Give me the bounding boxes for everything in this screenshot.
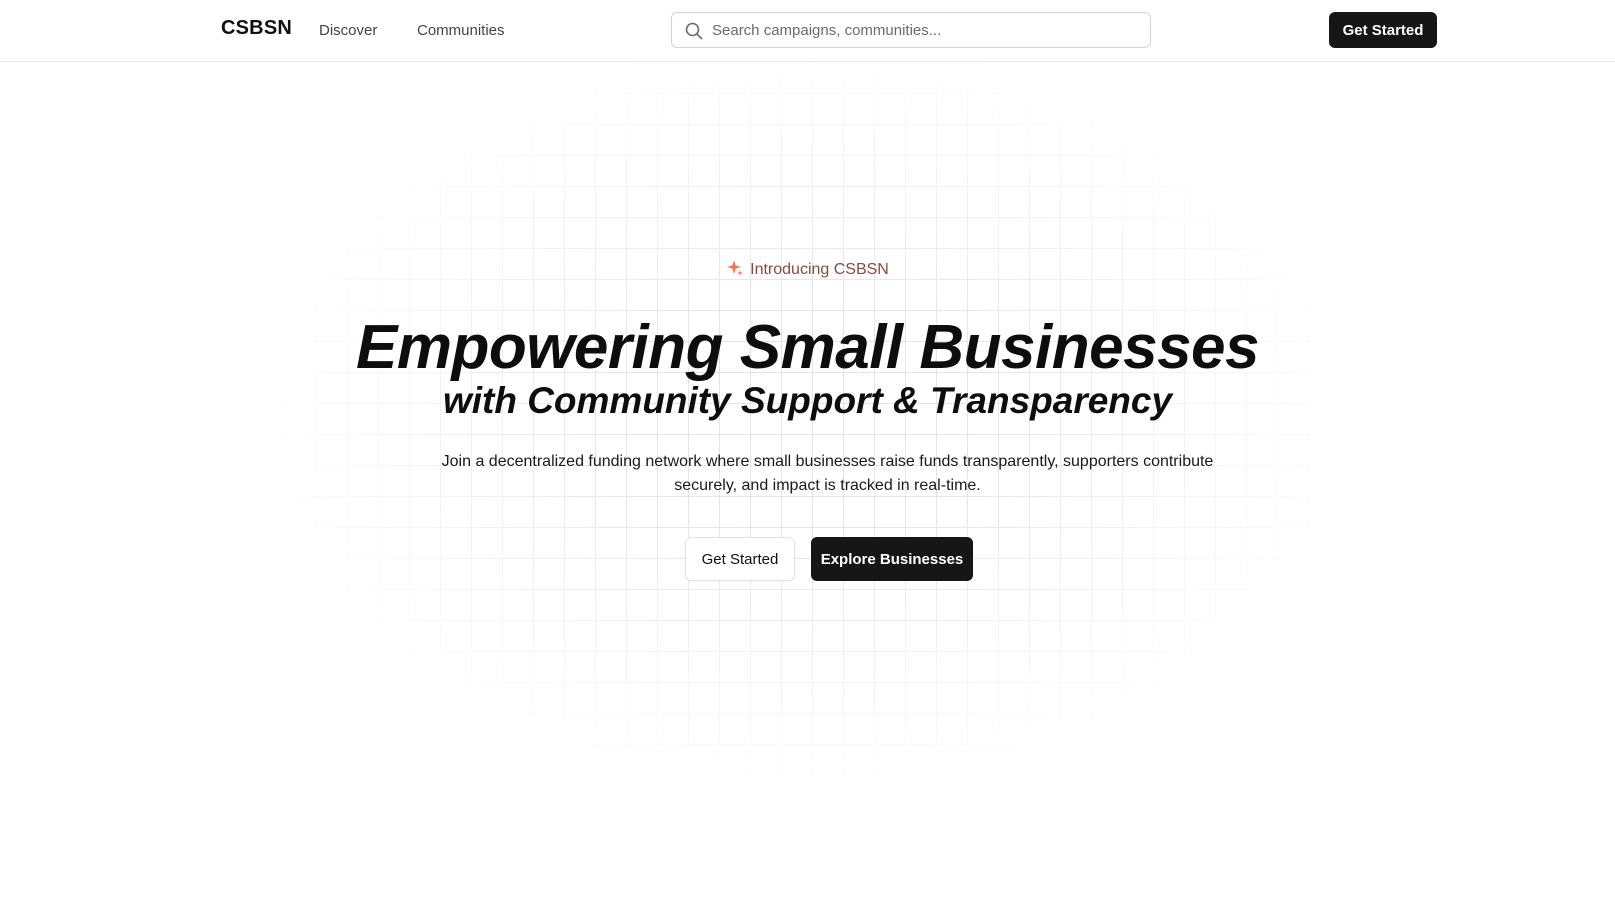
hero-get-started-button[interactable]: Get Started [685,537,795,581]
navbar: CSBSN Discover Communities Get Started [0,0,1615,62]
nav-link-communities[interactable]: Communities [417,22,505,39]
nav-link-discover[interactable]: Discover [319,22,377,39]
hero-headline: Empowering Small Businesses [355,313,1260,382]
hero-subheadline: with Community Support & Transparency [442,380,1173,421]
brand-logo[interactable]: CSBSN [221,17,292,40]
search-input[interactable] [712,13,1142,47]
search-icon [685,22,703,40]
search-bar[interactable] [671,12,1151,48]
sparkles-icon [727,260,744,276]
intro-badge-label: Introducing CSBSN [750,261,889,278]
hero-description: Join a decentralized funding network whe… [441,453,1214,494]
get-started-button[interactable]: Get Started [1329,12,1437,48]
intro-badge: Introducing CSBSN [0,259,1615,279]
hero-section: Introducing CSBSN Empowering Small Busin… [0,62,1615,776]
explore-businesses-button[interactable]: Explore Businesses [811,537,973,581]
